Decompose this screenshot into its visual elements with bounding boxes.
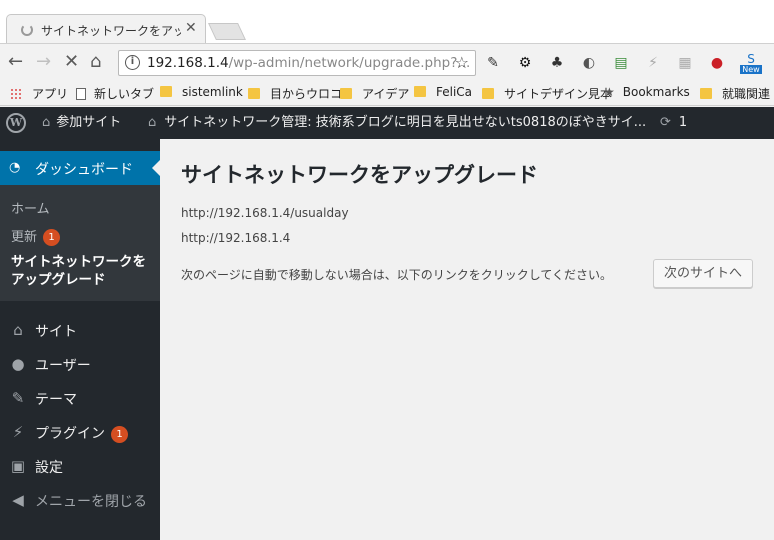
home-icon[interactable]: ⌂: [90, 52, 101, 72]
bookmark-sistemlink[interactable]: sistemlink: [160, 85, 243, 99]
next-site-button[interactable]: 次のサイトへ: [653, 259, 753, 288]
eyedropper-icon[interactable]: ✎: [484, 54, 502, 72]
page-title: サイトネットワークをアップグレード: [181, 163, 538, 187]
menu-settings[interactable]: ▣ 設定: [0, 449, 160, 483]
bookmark-mekara-uroko[interactable]: 目からウロコ: [248, 85, 342, 102]
apps-icon: [10, 88, 22, 100]
submenu-upgrade-network[interactable]: サイトネットワークを アップグレード: [11, 253, 146, 289]
users-icon: ●: [11, 355, 25, 373]
star-icon: ★: [604, 85, 615, 99]
extension-circle-icon[interactable]: ◐: [580, 54, 598, 72]
new-tab-button[interactable]: [208, 23, 246, 40]
updates-menu[interactable]: ⟳ 1: [660, 107, 687, 139]
sheet-extension-icon[interactable]: ▤: [612, 54, 630, 72]
url-text: 192.168.1.4/wp-admin/network/upgrade.php…: [147, 55, 470, 71]
browser-toolbar: ← → ✕ ⌂ i 192.168.1.4/wp-admin/network/u…: [0, 43, 774, 81]
evernote-icon[interactable]: ♣: [548, 54, 566, 72]
address-bar[interactable]: i 192.168.1.4/wp-admin/network/upgrade.p…: [118, 50, 476, 76]
folder-icon: [482, 88, 494, 99]
bookmark-new-tab[interactable]: 新しいタブ: [76, 85, 154, 102]
bookmark-felica[interactable]: FeliCa: [414, 85, 472, 99]
settings-icon: ▣: [10, 457, 26, 475]
folder-icon: [160, 86, 172, 97]
sites-icon: ⌂: [42, 115, 51, 130]
folder-icon: [248, 88, 260, 99]
rss-icon[interactable]: ▦: [676, 54, 694, 72]
new-extension-icon[interactable]: S New: [740, 53, 762, 74]
menu-dashboard-label: ダッシュボード: [35, 162, 133, 178]
stop-icon[interactable]: ✕: [64, 52, 79, 72]
wp-admin-bar: W ⌂ 参加サイト ⌂ サイトネットワーク管理: 技術系ブログに明日を見出せないts…: [0, 107, 774, 139]
bookmark-site-design[interactable]: サイトデザイン見本: [482, 85, 612, 102]
bookmark-bookmarks[interactable]: ★ Bookmarks: [604, 85, 690, 99]
plugins-icon: ⚡: [12, 423, 24, 441]
browser-tab[interactable]: サイトネットワークをアップグレ ✕: [6, 14, 206, 44]
network-admin-menu[interactable]: ⌂ サイトネットワーク管理: 技術系ブログに明日を見出せないts0818のぼやきサ…: [148, 107, 646, 139]
info-icon[interactable]: i: [125, 55, 140, 70]
folder-icon: [700, 88, 712, 99]
new-badge: New: [740, 65, 762, 74]
menu-plugins[interactable]: ⚡ プラグイン 1: [0, 415, 160, 449]
site-url-line: http://192.168.1.4/usualday: [181, 206, 349, 220]
collapse-icon: ◀: [12, 491, 24, 509]
redirect-notice: 次のページに自動で移動しない場合は、以下のリンクをクリックしてください。: [181, 268, 613, 282]
gear-extension-icon[interactable]: ⚙: [516, 54, 534, 72]
submenu-home[interactable]: ホーム: [11, 198, 50, 217]
pinterest-icon[interactable]: ●: [708, 54, 726, 72]
updates-count-badge: 1: [43, 229, 61, 246]
menu-collapse[interactable]: ◀ メニューを閉じる: [0, 483, 160, 517]
plugins-count-badge: 1: [111, 426, 128, 443]
bookmark-star-icon[interactable]: ☆: [455, 53, 469, 72]
admin-sidebar: ◔ ダッシュボード ホーム 更新 1 サイトネットワークを アップグレード ⌂ サ…: [0, 139, 160, 540]
folder-icon: [340, 88, 352, 99]
main-content: サイトネットワークをアップグレード http://192.168.1.4/usu…: [160, 139, 774, 540]
dashboard-icon: ◔: [9, 160, 21, 175]
bookmarks-bar: アプリ 新しいタブ sistemlink 目からウロコ アイデア FeliCa …: [0, 81, 774, 106]
menu-themes[interactable]: ✎ テーマ: [0, 381, 160, 415]
url-host: 192.168.1.4: [147, 55, 229, 71]
home-icon: ⌂: [148, 115, 157, 130]
themes-icon: ✎: [11, 389, 25, 407]
browser-tab-strip: サイトネットワークをアップグレ ✕: [0, 0, 774, 44]
submenu-updates[interactable]: 更新 1: [11, 226, 61, 246]
my-sites-menu[interactable]: ⌂ 参加サイト: [42, 107, 121, 139]
url-path: /wp-admin/network/upgrade.php?...: [228, 55, 471, 71]
bookmark-idea[interactable]: アイデア: [340, 85, 409, 102]
active-menu-arrow: [152, 160, 160, 176]
forward-icon[interactable]: →: [36, 52, 51, 72]
bookmark-job[interactable]: 就職関連: [700, 85, 770, 102]
back-icon[interactable]: ←: [8, 52, 23, 72]
tab-close-icon[interactable]: ✕: [185, 20, 197, 36]
loading-spinner-icon: [21, 24, 33, 36]
updates-icon: ⟳: [660, 115, 671, 130]
menu-sites[interactable]: ⌂ サイト: [0, 313, 160, 347]
bolt-icon[interactable]: ⚡: [644, 54, 662, 72]
folder-icon: [414, 86, 426, 97]
sites-icon: ⌂: [13, 321, 23, 339]
wordpress-logo-icon[interactable]: W: [6, 113, 26, 133]
menu-users[interactable]: ● ユーザー: [0, 347, 160, 381]
page-icon: [76, 88, 86, 100]
site-url-line: http://192.168.1.4: [181, 231, 291, 245]
dashboard-submenu: ホーム 更新 1 サイトネットワークを アップグレード: [0, 185, 160, 301]
bookmark-apps[interactable]: アプリ: [10, 85, 68, 102]
tab-title: サイトネットワークをアップグレ: [41, 24, 181, 38]
menu-dashboard[interactable]: ◔ ダッシュボード: [0, 151, 160, 185]
